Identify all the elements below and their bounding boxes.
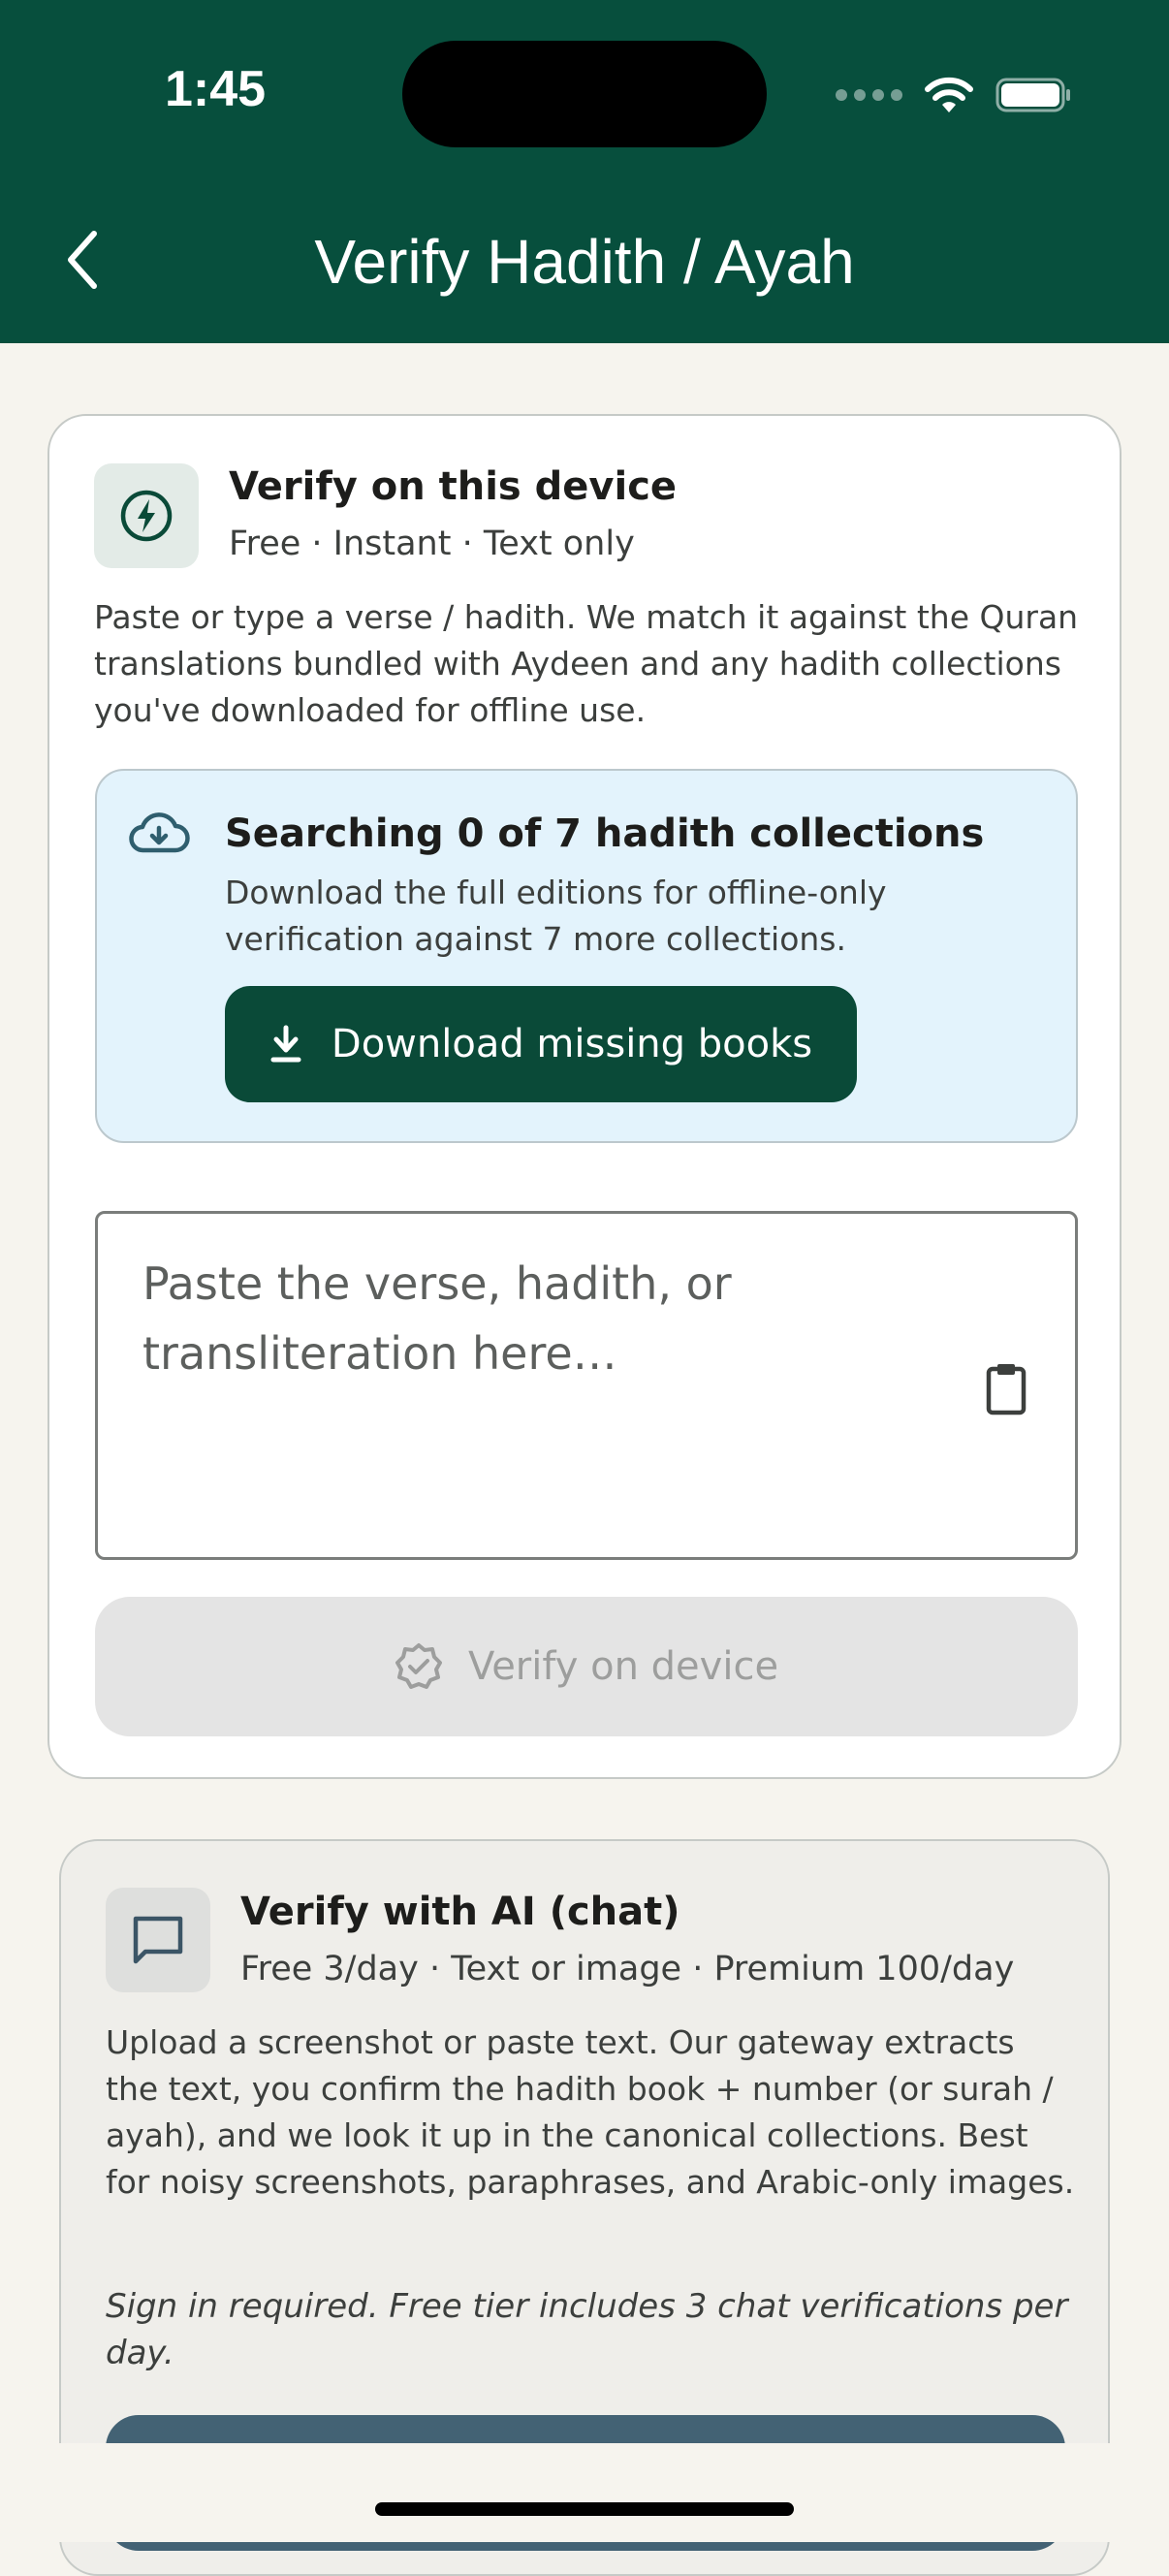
download-icon [270, 1025, 301, 1063]
cellular-signal-icon [836, 89, 902, 101]
clipboard-icon [986, 1364, 1027, 1415]
verify-device-card: Verify on this device Free · Instant · T… [47, 414, 1122, 1779]
battery-icon [995, 78, 1070, 112]
collections-status-description: Download the full editions for offline-o… [225, 874, 887, 958]
card-description: Upload a screenshot or paste text. Our g… [106, 2023, 1075, 2201]
card-subtitle: Free 3/day · Text or image · Premium 100… [240, 1950, 1015, 1988]
collections-status-title: Searching 0 of 7 hadith collections [225, 811, 985, 856]
bolt-circle-icon [94, 463, 199, 568]
collections-notice: Searching 0 of 7 hadith collections Down… [95, 769, 1078, 1143]
card-title: Verify on this device [229, 464, 678, 509]
dynamic-island [402, 41, 767, 147]
home-indicator[interactable] [375, 2502, 794, 2516]
card-subtitle: Free · Instant · Text only [229, 525, 635, 563]
status-time: 1:45 [165, 61, 267, 117]
sign-in-note: Sign in required. Free tier includes 3 c… [106, 2287, 1068, 2372]
card-description: Paste or type a verse / hadith. We match… [94, 598, 1079, 729]
verify-on-device-button[interactable]: Verify on device [95, 1597, 1078, 1736]
cloud-download-icon [129, 812, 190, 853]
wifi-icon [925, 77, 973, 112]
download-missing-books-button[interactable]: Download missing books [225, 986, 857, 1102]
status-icons [836, 70, 1073, 120]
verified-badge-icon [395, 1643, 442, 1689]
paste-button[interactable] [980, 1357, 1032, 1419]
verse-hadith-input[interactable]: Paste the verse, hadith, or transliterat… [95, 1211, 1078, 1560]
bottom-safe-area [0, 2443, 1169, 2542]
input-placeholder: Paste the verse, hadith, or transliterat… [142, 1257, 732, 1380]
page-title: Verify Hadith / Ayah [314, 227, 855, 297]
card-title: Verify with AI (chat) [240, 1890, 680, 1934]
chat-bubble-icon [106, 1888, 210, 1992]
app-header: 1:45 Verify Hadith / Ayah [0, 0, 1169, 343]
download-button-label: Download missing books [331, 1022, 813, 1066]
verify-button-label: Verify on device [467, 1644, 779, 1689]
